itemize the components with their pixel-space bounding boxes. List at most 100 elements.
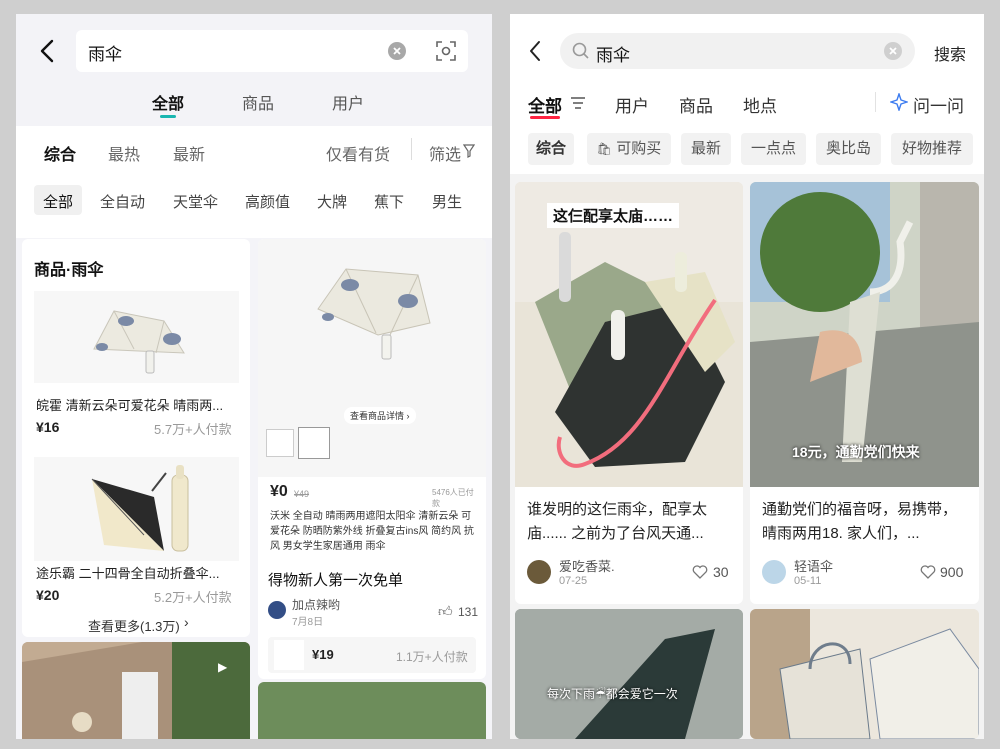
in-stock-toggle[interactable]: 仅看有货	[326, 141, 390, 165]
note-title-2[interactable]: 通勤党们的福音呀，易携带，晴雨两用18. 家人们，...	[762, 498, 968, 546]
product-image-1[interactable]	[34, 291, 239, 383]
funnel-icon[interactable]	[463, 144, 475, 158]
note-author-1[interactable]: 爱吃香菜.	[559, 556, 615, 575]
left-screen: 雨伞 全部 商品 用户 综合 最热 最新 仅看有货 筛选 全部 全自动 天堂伞 …	[16, 14, 492, 739]
product-name-2[interactable]: 途乐霸 二十四骨全自动折叠伞...	[36, 563, 219, 582]
sort-new[interactable]: 最新	[173, 141, 205, 165]
note-author-2[interactable]: 轻语伞	[794, 556, 833, 575]
product-image-2[interactable]	[34, 457, 239, 561]
chip-newest[interactable]: 最新	[681, 133, 731, 165]
chip-auto[interactable]: 全自动	[100, 191, 145, 212]
note-card-1[interactable]: 这仨配享太庙…… 谁发明的这仨雨伞，配享太庙...... 之前为了台风天通...…	[515, 182, 743, 604]
product-sales-1: 5.7万+人付款	[154, 419, 232, 438]
tab-places[interactable]: 地点	[743, 92, 777, 117]
chip-buyable-label: 可购买	[616, 140, 661, 157]
note-card-4[interactable]	[750, 609, 979, 739]
back-arrow-icon[interactable]	[528, 40, 542, 62]
divider	[875, 92, 876, 112]
view-more-link[interactable]: 查看更多(1.3万)	[88, 616, 180, 635]
note-card-2[interactable]: 18元，通勤党们快来 通勤党们的福音呀，易携带，晴雨两用18. 家人们，... …	[750, 182, 979, 604]
search-box[interactable]: 雨伞	[76, 30, 468, 72]
video-thumb-left[interactable]: ▶	[22, 642, 250, 739]
filter-button[interactable]: 筛选	[429, 141, 461, 165]
chip-brand[interactable]: 大牌	[317, 191, 347, 212]
tab-users[interactable]: 用户	[615, 92, 649, 117]
bottom-right-thumb[interactable]	[258, 682, 486, 739]
sort-comprehensive[interactable]: 综合	[44, 141, 76, 165]
product-desc: 沃米 全自动 晴雨两用遮阳太阳伞 清新云朵 可爱花朵 防晒防紫外线 折叠复古in…	[270, 509, 476, 554]
chip-tiantang[interactable]: 天堂伞	[173, 191, 218, 212]
chip-aobidao[interactable]: 奥比岛	[816, 133, 881, 165]
chip-comprehensive[interactable]: 综合	[528, 133, 574, 165]
scan-icon[interactable]	[436, 41, 456, 61]
avatar[interactable]	[527, 560, 551, 584]
chip-yidiandian[interactable]: 一点点	[741, 133, 806, 165]
tab-all[interactable]: 全部	[152, 90, 184, 114]
note-overlay-1: 这仨配享太庙……	[547, 203, 679, 228]
product-name-1[interactable]: 皖霍 清新云朵可爱花朵 晴雨两...	[36, 395, 223, 414]
thumb-1[interactable]	[266, 429, 294, 457]
umbrella-closeup	[515, 609, 743, 739]
avatar[interactable]	[762, 560, 786, 584]
heart-icon[interactable]	[692, 565, 708, 579]
bags-photo	[750, 609, 979, 739]
note-image-2[interactable]: 18元，通勤党们快来	[750, 182, 979, 487]
chip-male[interactable]: 男生	[432, 191, 462, 212]
paid-count: 5476人已付款	[432, 487, 480, 509]
note-likes-2: 900	[940, 564, 963, 580]
chip-all[interactable]: 全部	[43, 191, 73, 212]
ask-sparkle-icon[interactable]	[890, 93, 908, 111]
product-strip[interactable]: ¥19 1.1万+人付款	[268, 637, 476, 673]
clear-icon[interactable]	[388, 42, 406, 60]
tab-products[interactable]: 商品	[679, 92, 713, 117]
note-title-1[interactable]: 谁发明的这仨雨伞，配享太庙...... 之前为了台风天通...	[527, 498, 733, 546]
tab-products[interactable]: 商品	[242, 90, 274, 114]
chevron-right-icon[interactable]: ›	[184, 614, 189, 630]
note-likes-1: 30	[713, 564, 729, 580]
author-name[interactable]: 加点辣哟	[292, 596, 340, 613]
filter-area	[16, 126, 492, 238]
video-title[interactable]: 得物新人第一次免单	[268, 569, 403, 590]
author-avatar[interactable]	[268, 601, 286, 619]
tab-underline	[160, 115, 176, 118]
search-button[interactable]: 搜索	[934, 41, 966, 65]
products-card: 商品·雨伞 皖霍 清新云朵可爱花朵 晴雨两... ¥16 5.7万+人付款	[22, 239, 250, 637]
street-photo	[22, 642, 250, 739]
product-strip-thumb	[274, 640, 304, 670]
right-screen: 雨伞 搜索 全部 用户 商品 地点 问一问 综合 🛍︎ 可购买 最新 一点点 奥…	[510, 14, 984, 739]
tab-users[interactable]: 用户	[332, 90, 364, 114]
video-cover[interactable]: 查看商品详情 ›	[258, 239, 486, 477]
heart-icon[interactable]	[920, 565, 936, 579]
ask-button[interactable]: 问一问	[913, 92, 964, 117]
chip-beauty[interactable]: 高颜值	[245, 191, 290, 212]
note-card-3[interactable]: 每次下雨☔都会爱它一次	[515, 609, 743, 739]
play-icon[interactable]: ▶	[218, 660, 227, 674]
chip-buyable[interactable]: 🛍︎ 可购买	[587, 133, 671, 165]
search-icon	[572, 42, 590, 60]
search-query[interactable]: 雨伞	[596, 41, 630, 66]
bag-icon: 🛍︎	[597, 142, 612, 156]
sort-hot[interactable]: 最热	[108, 141, 140, 165]
view-detail-button[interactable]: 查看商品详情 ›	[344, 407, 416, 424]
product-desc-box: ¥0 ¥49 5476人已付款 沃米 全自动 晴雨两用遮阳太阳伞 清新云朵 可爱…	[264, 477, 480, 557]
search-box[interactable]: 雨伞	[560, 33, 915, 69]
clear-icon[interactable]	[884, 42, 902, 60]
product-price-2: ¥20	[36, 587, 59, 603]
sort-lines-icon[interactable]	[570, 96, 586, 110]
thumbs-up-icon[interactable]: 👍︎	[438, 603, 453, 620]
umbrella-cover-image	[258, 239, 486, 399]
note-date-1: 07-25	[559, 575, 587, 587]
tab-underline	[530, 116, 560, 119]
thumb-2[interactable]	[298, 427, 330, 459]
chip-jiaoxia[interactable]: 蕉下	[374, 191, 404, 212]
umbrella-image-2	[34, 457, 239, 561]
umbrella-image-1	[34, 291, 239, 383]
chip-recommended[interactable]: 好物推荐	[891, 133, 973, 165]
note-overlay-3: 每次下雨☔都会爱它一次	[547, 685, 678, 702]
back-arrow-icon[interactable]	[38, 38, 56, 64]
product-strip-price: ¥19	[312, 647, 334, 662]
tab-all[interactable]: 全部	[528, 92, 562, 117]
search-query[interactable]: 雨伞	[88, 40, 122, 65]
note-image-1[interactable]: 这仨配享太庙……	[515, 182, 743, 487]
video-card[interactable]: 查看商品详情 › ¥0 ¥49 5476人已付款 沃米 全自动 晴雨两用遮阳太阳…	[258, 239, 486, 679]
